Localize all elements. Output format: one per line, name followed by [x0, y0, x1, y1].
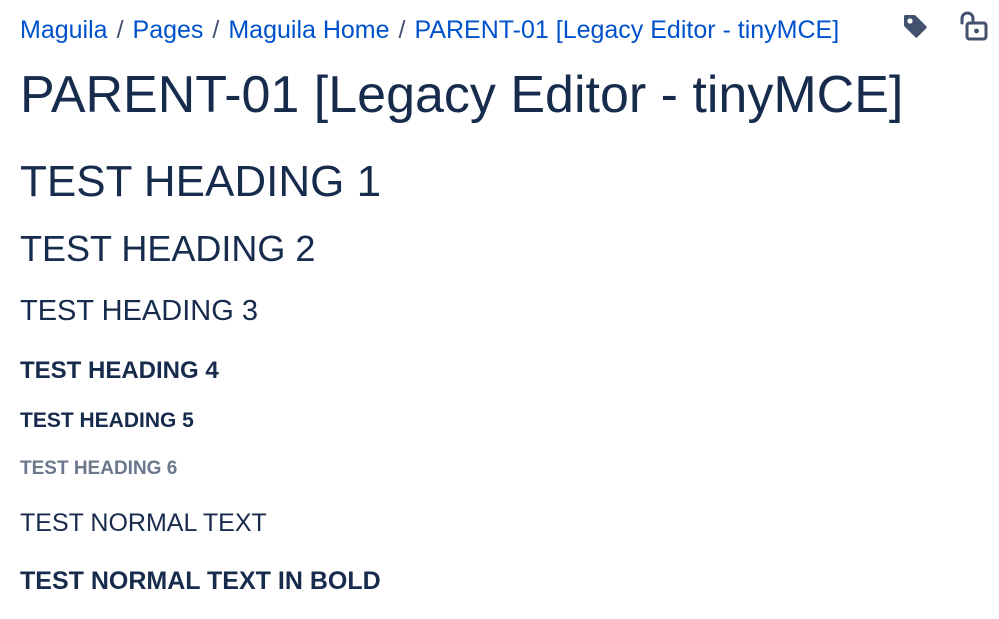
breadcrumb-separator: /: [398, 16, 406, 44]
labels-button[interactable]: [899, 10, 931, 42]
breadcrumb-home[interactable]: Maguila Home: [228, 16, 389, 44]
heading-1: TEST HEADING 1: [20, 157, 382, 206]
breadcrumb-separator: /: [212, 16, 220, 44]
breadcrumb-pages[interactable]: Pages: [133, 16, 204, 44]
heading-4: TEST HEADING 4: [20, 357, 219, 384]
breadcrumb-parent-page[interactable]: PARENT-01 [Legacy Editor - tinyMCE]: [415, 16, 840, 44]
breadcrumb-separator: /: [116, 16, 124, 44]
heading-5: TEST HEADING 5: [20, 409, 194, 432]
breadcrumb-space[interactable]: Maguila: [20, 16, 108, 44]
heading-6: TEST HEADING 6: [20, 458, 178, 479]
heading-2: TEST HEADING 2: [20, 228, 316, 269]
bold-text: TEST NORMAL TEXT IN BOLD: [20, 567, 381, 595]
normal-text: TEST NORMAL TEXT: [20, 509, 267, 537]
tag-icon: [904, 15, 927, 38]
unlock-icon: [960, 11, 988, 41]
page-title: PARENT-01 [Legacy Editor - tinyMCE]: [20, 66, 904, 124]
page-metadata-icons: [899, 10, 989, 42]
heading-3: TEST HEADING 3: [20, 295, 258, 327]
confluence-page: Maguila / Pages / Maguila Home / PARENT-01 [Le…: [0, 0, 999, 619]
restrictions-button[interactable]: [957, 10, 989, 42]
breadcrumb: Maguila / Pages / Maguila Home / PARENT-01 [Le…: [20, 14, 839, 46]
